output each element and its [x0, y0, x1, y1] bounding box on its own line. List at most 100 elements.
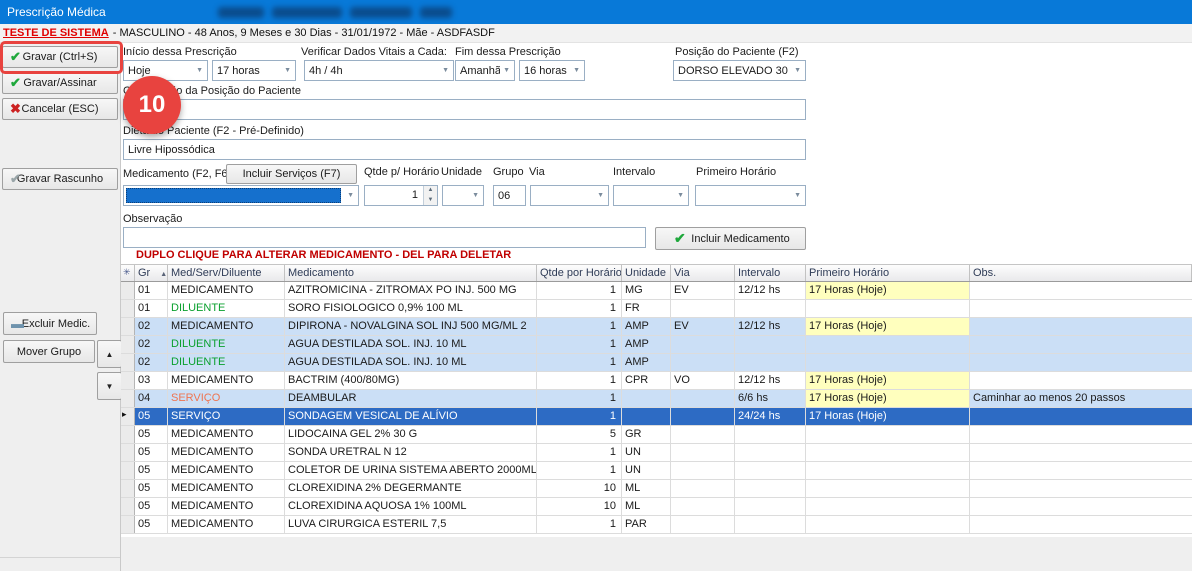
qtde-horario-stepper[interactable]: 1 ▲ ▼	[364, 185, 438, 206]
cell-tipo[interactable]: MEDICAMENTO	[168, 318, 285, 335]
cell-unidade[interactable]: CPR	[622, 372, 671, 389]
fim-time-combobox[interactable]: 16 horas ▼	[519, 60, 585, 81]
row-indicator-cell[interactable]	[121, 462, 135, 479]
primeiro-horario-combobox[interactable]: ▼	[695, 185, 806, 206]
cell-gr[interactable]: 02	[135, 318, 168, 335]
cell-tipo[interactable]: SERVIÇO	[168, 390, 285, 407]
column-header-medicamento[interactable]: Medicamento	[285, 265, 537, 281]
cell-via[interactable]: EV	[671, 282, 735, 299]
cell-primeiro-horario[interactable]	[806, 444, 970, 461]
observacao-input[interactable]	[123, 227, 646, 248]
cell-obs[interactable]	[970, 372, 1192, 389]
row-indicator-cell[interactable]	[121, 372, 135, 389]
grid-row[interactable]: 05 MEDICAMENTO CLOREXIDINA AQUOSA 1% 100…	[121, 498, 1192, 516]
cell-primeiro-horario[interactable]	[806, 462, 970, 479]
grid-row[interactable]: 02 DILUENTE AGUA DESTILADA SOL. INJ. 10 …	[121, 354, 1192, 372]
cell-via[interactable]	[671, 498, 735, 515]
cell-gr[interactable]: 05	[135, 498, 168, 515]
incluir-servicos-button[interactable]: Incluir Serviços (F7)	[226, 164, 357, 184]
column-header-qtde[interactable]: Qtde por Horário	[537, 265, 622, 281]
cell-unidade[interactable]: PAR	[622, 516, 671, 533]
row-indicator-cell[interactable]	[121, 282, 135, 299]
grupo-input[interactable]: 06	[493, 185, 526, 206]
cell-via[interactable]: EV	[671, 318, 735, 335]
cell-unidade[interactable]: AMP	[622, 318, 671, 335]
cell-primeiro-horario[interactable]: 17 Horas (Hoje)	[806, 390, 970, 407]
gravar-button[interactable]: ✔ Gravar (Ctrl+S)	[2, 46, 118, 68]
cell-qtde[interactable]: 10	[537, 480, 622, 497]
cell-medicamento[interactable]: BACTRIM (400/80MG)	[285, 372, 537, 389]
cell-gr[interactable]: 05	[135, 462, 168, 479]
cell-obs[interactable]	[970, 282, 1192, 299]
column-header-primeiro-horario[interactable]: Primeiro Horário	[806, 265, 970, 281]
column-header-via[interactable]: Via	[671, 265, 735, 281]
cell-via[interactable]	[671, 408, 735, 425]
cell-primeiro-horario[interactable]	[806, 516, 970, 533]
cell-medicamento[interactable]: SORO FISIOLOGICO 0,9% 100 ML	[285, 300, 537, 317]
cell-medicamento[interactable]: CLOREXIDINA 2% DEGERMANTE	[285, 480, 537, 497]
vitais-combobox[interactable]: 4h / 4h ▼	[304, 60, 454, 81]
cell-tipo[interactable]: SERVIÇO	[168, 408, 285, 425]
cell-medicamento[interactable]: CLOREXIDINA AQUOSA 1% 100ML	[285, 498, 537, 515]
cell-tipo[interactable]: MEDICAMENTO	[168, 516, 285, 533]
cell-obs[interactable]	[970, 318, 1192, 335]
cell-intervalo[interactable]: 12/12 hs	[735, 318, 806, 335]
cell-qtde[interactable]: 1	[537, 372, 622, 389]
medicamento-combobox[interactable]: ▼	[123, 185, 359, 206]
cell-via[interactable]	[671, 426, 735, 443]
cell-intervalo[interactable]	[735, 444, 806, 461]
row-indicator-cell[interactable]	[121, 426, 135, 443]
gravar-assinar-button[interactable]: ✔ Gravar/Assinar	[2, 72, 118, 94]
gravar-rascunho-button[interactable]: ✔ Gravar Rascunho	[2, 168, 118, 190]
mover-grupo-button[interactable]: Mover Grupo	[3, 340, 95, 363]
cell-unidade[interactable]	[622, 408, 671, 425]
posicao-paciente-combobox[interactable]: DORSO ELEVADO 30 G ▼	[673, 60, 806, 81]
intervalo-combobox[interactable]: ▼	[613, 185, 689, 206]
cell-gr[interactable]: 05	[135, 444, 168, 461]
cell-intervalo[interactable]: 12/12 hs	[735, 372, 806, 389]
cell-intervalo[interactable]	[735, 498, 806, 515]
cell-primeiro-horario[interactable]	[806, 498, 970, 515]
cell-unidade[interactable]: AMP	[622, 354, 671, 371]
cell-obs[interactable]	[970, 444, 1192, 461]
cell-gr[interactable]: 05	[135, 408, 168, 425]
cell-qtde[interactable]: 1	[537, 300, 622, 317]
cell-obs[interactable]	[970, 462, 1192, 479]
cell-intervalo[interactable]: 6/6 hs	[735, 390, 806, 407]
cell-qtde[interactable]: 1	[537, 516, 622, 533]
cell-via[interactable]	[671, 336, 735, 353]
cell-qtde[interactable]: 1	[537, 390, 622, 407]
cell-unidade[interactable]	[622, 390, 671, 407]
cell-qtde[interactable]: 5	[537, 426, 622, 443]
cell-medicamento[interactable]: SONDA URETRAL N 12	[285, 444, 537, 461]
cell-intervalo[interactable]	[735, 426, 806, 443]
cell-medicamento[interactable]: DIPIRONA - NOVALGINA SOL INJ 500 MG/ML 2	[285, 318, 537, 335]
cell-primeiro-horario[interactable]: 17 Horas (Hoje)	[806, 282, 970, 299]
cell-intervalo[interactable]	[735, 336, 806, 353]
row-indicator-cell[interactable]: ▸	[121, 408, 135, 425]
cell-primeiro-horario[interactable]	[806, 336, 970, 353]
cell-gr[interactable]: 04	[135, 390, 168, 407]
cell-obs[interactable]	[970, 498, 1192, 515]
cell-gr[interactable]: 05	[135, 480, 168, 497]
cell-tipo[interactable]: MEDICAMENTO	[168, 282, 285, 299]
cell-tipo[interactable]: MEDICAMENTO	[168, 372, 285, 389]
column-header-obs[interactable]: Obs.	[970, 265, 1192, 281]
row-indicator-cell[interactable]	[121, 354, 135, 371]
cell-medicamento[interactable]: AZITROMICINA - ZITROMAX PO INJ. 500 MG	[285, 282, 537, 299]
grid-row[interactable]: 05 MEDICAMENTO SONDA URETRAL N 12 1 UN	[121, 444, 1192, 462]
cell-unidade[interactable]: UN	[622, 462, 671, 479]
cell-obs[interactable]	[970, 480, 1192, 497]
cancelar-button[interactable]: ✖ Cancelar (ESC)	[2, 98, 118, 120]
cell-via[interactable]	[671, 390, 735, 407]
cell-gr[interactable]: 01	[135, 282, 168, 299]
row-indicator-cell[interactable]	[121, 516, 135, 533]
cell-primeiro-horario[interactable]	[806, 426, 970, 443]
cell-intervalo[interactable]: 12/12 hs	[735, 282, 806, 299]
cell-obs[interactable]	[970, 300, 1192, 317]
cell-qtde[interactable]: 1	[537, 444, 622, 461]
cell-medicamento[interactable]: AGUA DESTILADA SOL. INJ. 10 ML	[285, 354, 537, 371]
cell-intervalo[interactable]	[735, 300, 806, 317]
grid-row[interactable]: 01 DILUENTE SORO FISIOLOGICO 0,9% 100 ML…	[121, 300, 1192, 318]
cell-intervalo[interactable]	[735, 480, 806, 497]
